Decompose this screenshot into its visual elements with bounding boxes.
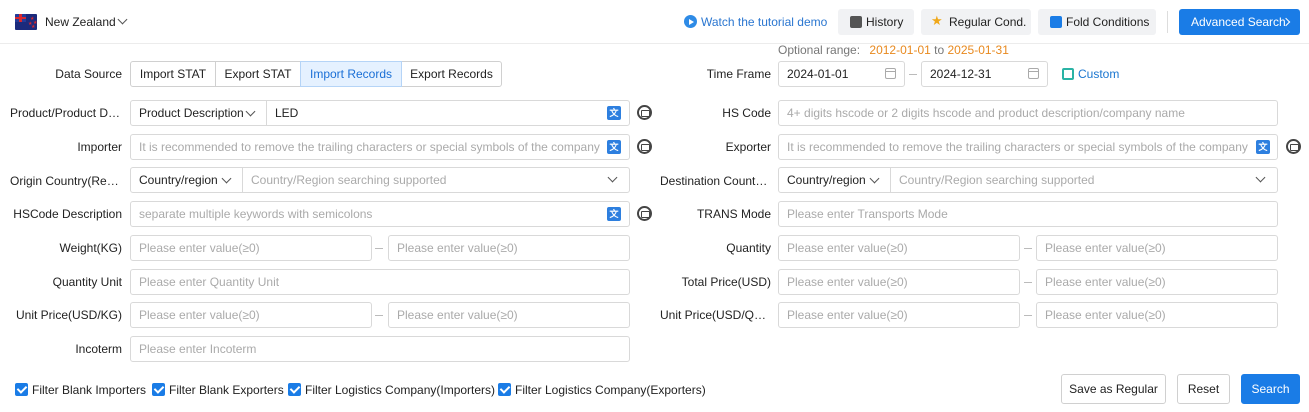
trans-mode-input[interactable]: Please enter Transports Mode <box>778 201 1278 227</box>
tab-export-stat[interactable]: Export STAT <box>215 61 301 87</box>
weight-max-input[interactable]: Please enter value(≥0) <box>388 235 630 261</box>
advanced-search-button[interactable]: Advanced Search <box>1179 9 1300 35</box>
unit-price-qty-min-input[interactable]: Please enter value(≥0) <box>778 302 1020 328</box>
range-separator <box>1024 282 1032 283</box>
quantity-max-input[interactable]: Please enter value(≥0) <box>1036 235 1278 261</box>
ai-translate-icon[interactable]: 文 <box>607 106 621 120</box>
tab-import-stat[interactable]: Import STAT <box>130 61 216 87</box>
image-search-icon[interactable] <box>637 206 652 221</box>
country-selector[interactable]: New Zealand <box>45 15 116 29</box>
incoterm-input[interactable]: Please enter Incoterm <box>130 336 630 362</box>
destination-label: Destination Country(Region) <box>660 174 771 188</box>
unit-price-qty-max-input[interactable]: Please enter value(≥0) <box>1036 302 1278 328</box>
filter-logistics-exporters-label[interactable]: Filter Logistics Company(Exporters) <box>515 383 706 397</box>
filter-blank-exporters-label[interactable]: Filter Blank Exporters <box>169 383 284 397</box>
reset-button[interactable]: Reset <box>1177 374 1230 404</box>
product-label: Product/Product Description <box>10 106 122 120</box>
origin-type-select[interactable]: Country/region <box>130 167 243 193</box>
total-price-max-input[interactable]: Please enter value(≥0) <box>1036 269 1278 295</box>
filter-blank-exporters-checkbox[interactable] <box>152 383 165 396</box>
unit-price-qty-label: Unit Price(USD/QTY) <box>660 308 771 322</box>
fold-conditions-button[interactable]: Fold Conditions <box>1038 9 1156 35</box>
hs-code-label: HS Code <box>722 106 771 120</box>
divider <box>1167 11 1168 33</box>
filter-logistics-exporters-checkbox[interactable] <box>498 383 511 396</box>
custom-range-icon[interactable] <box>1062 68 1074 80</box>
image-search-icon[interactable] <box>637 105 652 120</box>
filter-logistics-importers-label[interactable]: Filter Logistics Company(Importers) <box>305 383 495 397</box>
origin-country-input[interactable]: Country/Region searching supported <box>242 167 630 193</box>
chevron-down-icon[interactable] <box>117 14 128 25</box>
history-button[interactable]: History <box>838 9 914 35</box>
origin-label: Origin Country(Region) <box>10 174 122 188</box>
ai-translate-icon[interactable]: 文 <box>607 207 621 221</box>
new-zealand-flag-icon[interactable]: ★ ★ ★ ★ <box>15 14 37 30</box>
unit-price-kg-label: Unit Price(USD/KG) <box>15 308 122 322</box>
weight-label: Weight(KG) <box>59 241 122 255</box>
destination-type-select[interactable]: Country/region <box>778 167 891 193</box>
optional-range: Optional range: 2012-01-01 to 2025-01-31 <box>778 43 1009 57</box>
image-search-icon[interactable] <box>1286 139 1301 154</box>
filter-blank-importers-label[interactable]: Filter Blank Importers <box>32 383 146 397</box>
range-separator <box>375 315 383 316</box>
range-separator <box>1024 315 1032 316</box>
image-search-icon[interactable] <box>637 139 652 154</box>
play-video-icon[interactable] <box>684 15 697 28</box>
importer-input[interactable]: It is recommended to remove the trailing… <box>130 134 630 160</box>
range-separator <box>375 248 383 249</box>
history-icon <box>850 16 862 28</box>
hscode-description-input[interactable]: separate multiple keywords with semicolo… <box>130 201 630 227</box>
tutorial-link[interactable]: Watch the tutorial demo <box>701 15 827 29</box>
quantity-unit-label: Quantity Unit <box>52 275 122 289</box>
fold-icon <box>1050 16 1062 28</box>
hs-code-input[interactable]: 4+ digits hscode or 2 digits hscode and … <box>778 100 1278 126</box>
range-separator <box>1024 248 1032 249</box>
tab-import-records[interactable]: Import Records <box>300 61 402 87</box>
unit-price-kg-min-input[interactable]: Please enter value(≥0) <box>130 302 372 328</box>
time-frame-label: Time Frame <box>706 67 771 81</box>
total-price-label: Total Price(USD) <box>681 275 771 289</box>
chevron-down-icon <box>221 173 232 184</box>
regular-conditions-button[interactable]: ★ Regular Cond. <box>921 9 1031 35</box>
date-separator <box>909 74 917 75</box>
quantity-unit-input[interactable]: Please enter Quantity Unit <box>130 269 630 295</box>
ai-translate-icon[interactable]: 文 <box>607 140 621 154</box>
custom-range-link[interactable]: Custom <box>1078 67 1119 81</box>
destination-country-input[interactable]: Country/Region searching supported <box>890 167 1278 193</box>
exporter-label: Exporter <box>725 140 771 154</box>
exporter-input[interactable]: It is recommended to remove the trailing… <box>778 134 1278 160</box>
ai-translate-icon[interactable]: 文 <box>1256 140 1270 154</box>
calendar-icon[interactable] <box>885 68 896 79</box>
hscode-description-label: HSCode Description <box>13 207 122 221</box>
filter-blank-importers-checkbox[interactable] <box>15 383 28 396</box>
product-input[interactable]: LED <box>266 100 630 126</box>
trans-mode-label: TRANS Mode <box>696 207 771 221</box>
product-type-select[interactable]: Product Description <box>130 100 267 126</box>
total-price-min-input[interactable]: Please enter value(≥0) <box>778 269 1020 295</box>
data-source-label: Data Source <box>55 67 122 81</box>
save-as-regular-button[interactable]: Save as Regular <box>1061 374 1166 404</box>
filter-logistics-importers-checkbox[interactable] <box>288 383 301 396</box>
top-bar: ★ ★ ★ ★ New Zealand Watch the tutorial d… <box>0 0 1309 44</box>
unit-price-kg-max-input[interactable]: Please enter value(≥0) <box>388 302 630 328</box>
quantity-label: Quantity <box>726 241 771 255</box>
star-icon: ★ <box>931 13 943 28</box>
chevron-down-icon <box>245 106 256 117</box>
calendar-icon[interactable] <box>1028 68 1039 79</box>
tab-export-records[interactable]: Export Records <box>401 61 502 87</box>
quantity-min-input[interactable]: Please enter value(≥0) <box>778 235 1020 261</box>
search-button[interactable]: Search <box>1241 374 1300 404</box>
incoterm-label: Incoterm <box>75 342 122 356</box>
weight-min-input[interactable]: Please enter value(≥0) <box>130 235 372 261</box>
chevron-down-icon <box>869 173 880 184</box>
importer-label: Importer <box>77 140 122 154</box>
